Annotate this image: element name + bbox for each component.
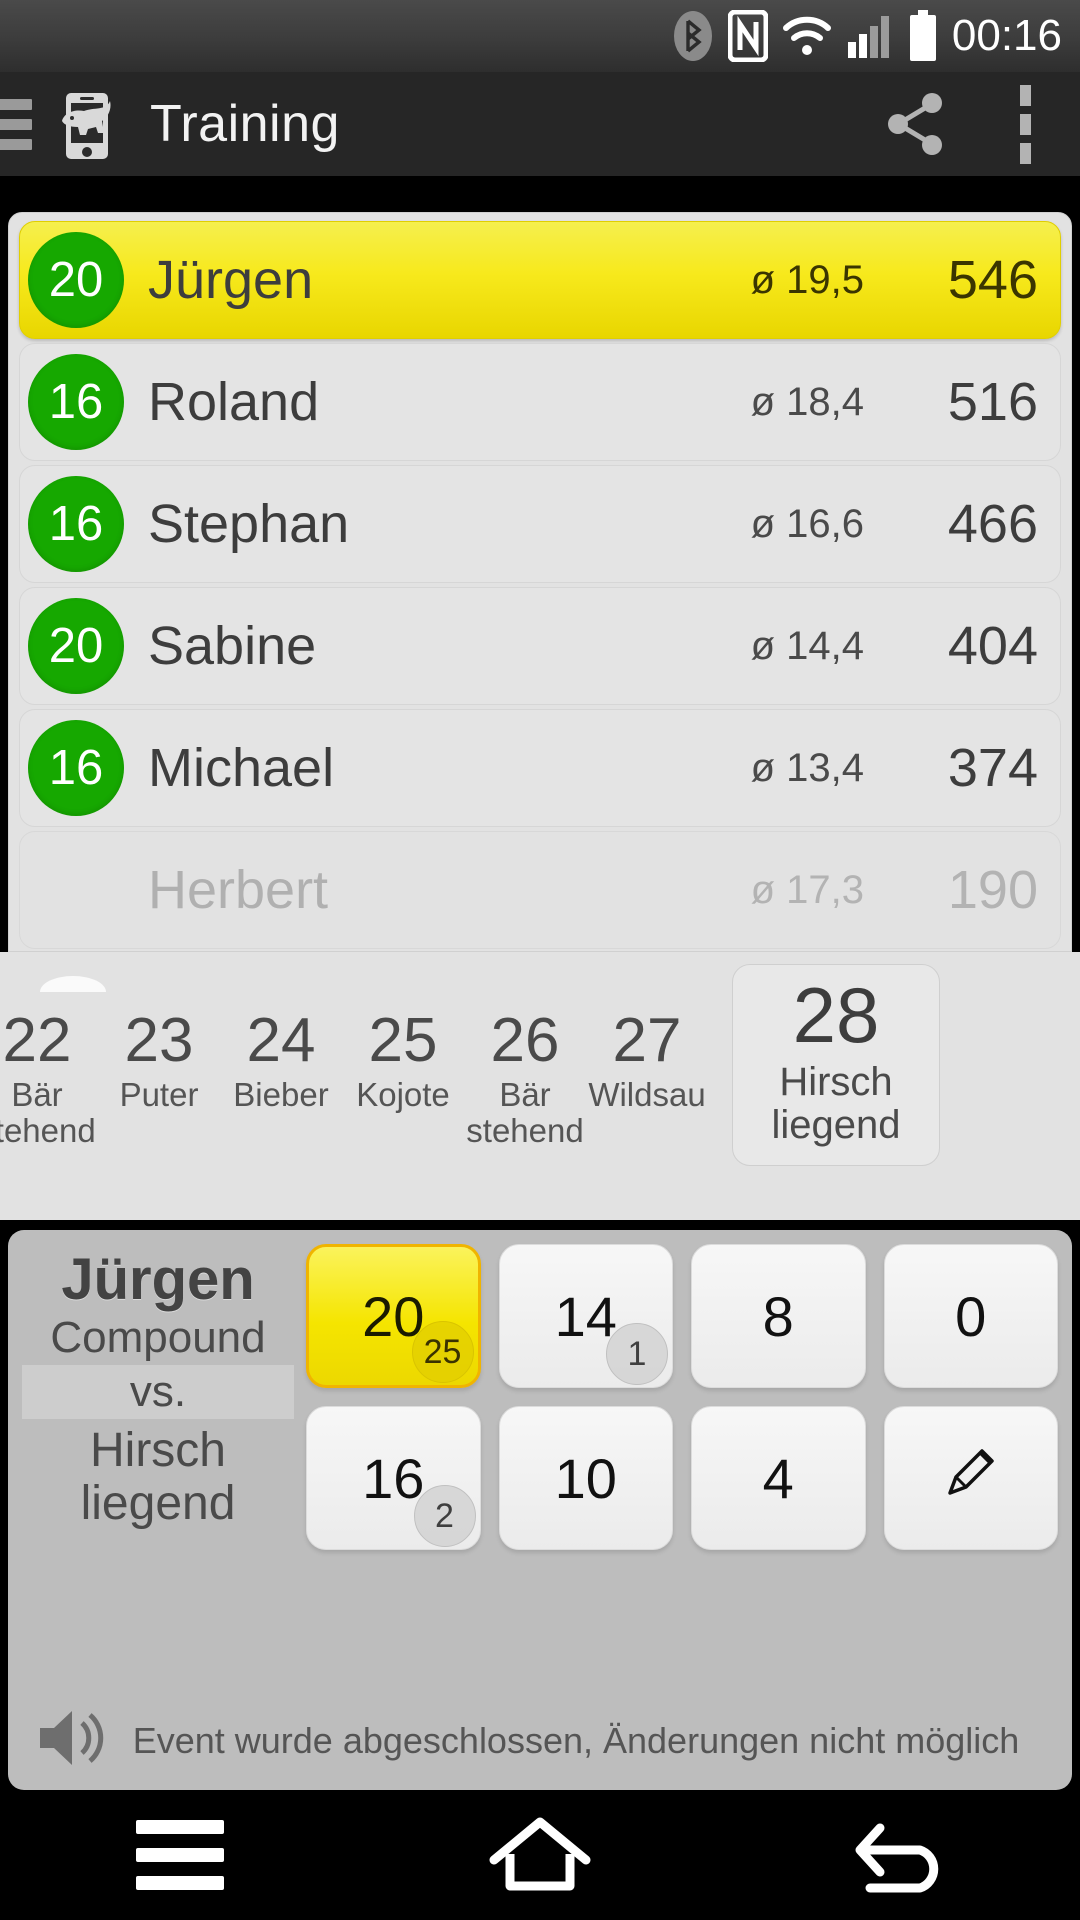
target-number: 26 [490, 1006, 560, 1075]
target-carousel[interactable]: 22Bär stehend23Puter24Bieber25Kojote26Bä… [0, 952, 1080, 1220]
target-name: Wildsau [588, 1076, 706, 1114]
carousel-item[interactable]: 27 Wildsau [586, 990, 708, 1113]
target-name: Bär stehend [0, 1076, 96, 1149]
player-average: ø 16,6 [750, 501, 864, 546]
vs-label: vs. [22, 1365, 294, 1420]
score-key-count-badge: 25 [411, 1321, 474, 1383]
carousel-item[interactable]: 26 Bär stehend [464, 990, 586, 1148]
target-number: 24 [246, 1006, 316, 1075]
score-key-label: 8 [762, 1284, 794, 1348]
android-status-bar: 00:16 [0, 0, 1080, 72]
player-name: Sabine [148, 616, 317, 676]
score-key-button[interactable]: 14 1 [498, 1244, 673, 1388]
player-total-score: 516 [947, 372, 1038, 432]
home-icon[interactable] [440, 1790, 640, 1920]
player-total-score: 374 [947, 738, 1038, 798]
bow-class-label: Compound [50, 1312, 266, 1362]
speaker-volume-icon[interactable] [32, 1701, 112, 1780]
player-name: Stephan [148, 494, 350, 554]
player-name: Herbert [148, 860, 329, 920]
share-icon[interactable] [860, 72, 970, 176]
table-row[interactable]: Herbert ø 17,3 190 [19, 831, 1061, 949]
target-name: Hirsch liegend [771, 1059, 901, 1148]
score-key-count-badge: 2 [413, 1485, 476, 1547]
scoring-panel: Jürgen Compound vs. Hirsch liegend 20 25 1… [8, 1230, 1072, 1790]
score-key-label: 14 [554, 1284, 617, 1348]
table-row[interactable]: 16 Michael ø 13,4 374 [19, 709, 1061, 827]
phone-screen: 00:16 Training 20 Jürgen ø 19,5 546 16 R… [0, 0, 1080, 1920]
app-bar: Training [0, 72, 1080, 176]
player-total-score: 546 [947, 250, 1038, 310]
status-bar-clock: 00:16 [951, 11, 1062, 60]
carousel-item[interactable]: 22Bär stehend [0, 990, 98, 1148]
current-player-name: Jürgen [61, 1247, 255, 1312]
status-badge: 20 [28, 598, 124, 694]
status-message: Event wurde abgeschlossen, Änderungen ni… [132, 1719, 1020, 1761]
score-key-label: 16 [362, 1446, 425, 1510]
score-key-button[interactable]: 0 [883, 1244, 1058, 1388]
status-badge: 16 [28, 476, 124, 572]
score-key-button[interactable]: 20 25 [306, 1244, 481, 1388]
table-row[interactable]: 20 Jürgen ø 19,5 546 [19, 221, 1061, 339]
player-average: ø 13,4 [750, 745, 864, 790]
table-row[interactable]: 16 Stephan ø 16,6 466 [19, 465, 1061, 583]
wifi-icon [782, 13, 832, 59]
scoring-panel-main: Jürgen Compound vs. Hirsch liegend 20 25 1… [8, 1230, 1072, 1550]
target-number: 28 [792, 971, 880, 1059]
boar-on-phone-app-icon[interactable] [50, 87, 124, 161]
score-key-button[interactable]: 4 [691, 1406, 866, 1550]
nfc-icon [727, 10, 768, 62]
score-key-label: 0 [955, 1284, 987, 1348]
current-target-name: Hirsch liegend [80, 1424, 236, 1531]
target-number: 23 [124, 1006, 194, 1075]
carousel-item[interactable]: 23 Puter [98, 990, 220, 1113]
pencil-edit-icon [936, 1437, 1006, 1520]
battery-icon [908, 10, 938, 62]
android-nav-bar [0, 1790, 1080, 1920]
player-total-score: 466 [947, 494, 1038, 554]
score-keypad[interactable]: 20 25 14 1 8 0 16 2 10 4 [306, 1244, 1058, 1550]
match-info: Jürgen Compound vs. Hirsch liegend [22, 1244, 294, 1550]
carousel-item[interactable]: 24 Bieber [220, 990, 342, 1113]
scoring-panel-footer: Event wurde abgeschlossen, Änderungen ni… [8, 1701, 1072, 1790]
player-name: Jürgen [148, 250, 314, 310]
target-name: Bieber [233, 1076, 329, 1114]
player-name: Michael [148, 738, 335, 798]
pencil-edit-icon-button[interactable] [883, 1406, 1058, 1550]
table-row[interactable]: 16 Roland ø 18,4 516 [19, 343, 1061, 461]
score-key-button[interactable]: 16 2 [306, 1406, 481, 1550]
player-total-score: 404 [947, 616, 1038, 676]
score-key-button[interactable]: 8 [691, 1244, 866, 1388]
back-icon[interactable] [800, 1790, 1000, 1920]
score-key-label: 4 [762, 1446, 794, 1510]
player-average: ø 18,4 [750, 379, 864, 424]
score-key-label: 10 [554, 1446, 617, 1510]
target-name: Bär stehend [466, 1076, 584, 1149]
hamburger-menu-icon[interactable] [0, 98, 32, 150]
score-key-count-badge: 1 [606, 1323, 668, 1385]
target-number: 27 [612, 1006, 682, 1075]
status-badge: 16 [28, 720, 124, 816]
cellular-signal-icon [846, 12, 894, 60]
page-title: Training [150, 95, 340, 153]
leaderboard-panel[interactable]: 20 Jürgen ø 19,5 546 16 Roland ø 18,4 516 16 Step… [8, 212, 1072, 952]
overflow-menu-icon[interactable] [970, 72, 1080, 176]
menu-icon[interactable] [80, 1790, 280, 1920]
player-average: ø 17,3 [750, 867, 864, 912]
player-average: ø 14,4 [750, 623, 864, 668]
target-name: Kojote [356, 1076, 450, 1114]
player-total-score: 190 [947, 860, 1038, 920]
player-average: ø 19,5 [750, 257, 864, 302]
score-key-button[interactable]: 10 [498, 1406, 673, 1550]
status-badge: 16 [28, 354, 124, 450]
target-number: 25 [368, 1006, 438, 1075]
player-name: Roland [148, 372, 320, 432]
carousel-item[interactable]: 25 Kojote [342, 990, 464, 1113]
carousel-item-selected[interactable]: 28 Hirsch liegend [732, 964, 940, 1167]
bluetooth-icon [672, 9, 714, 63]
status-badge: 20 [28, 232, 124, 328]
target-name: Puter [119, 1076, 199, 1114]
target-number: 22 [2, 1006, 72, 1075]
table-row[interactable]: 20 Sabine ø 14,4 404 [19, 587, 1061, 705]
